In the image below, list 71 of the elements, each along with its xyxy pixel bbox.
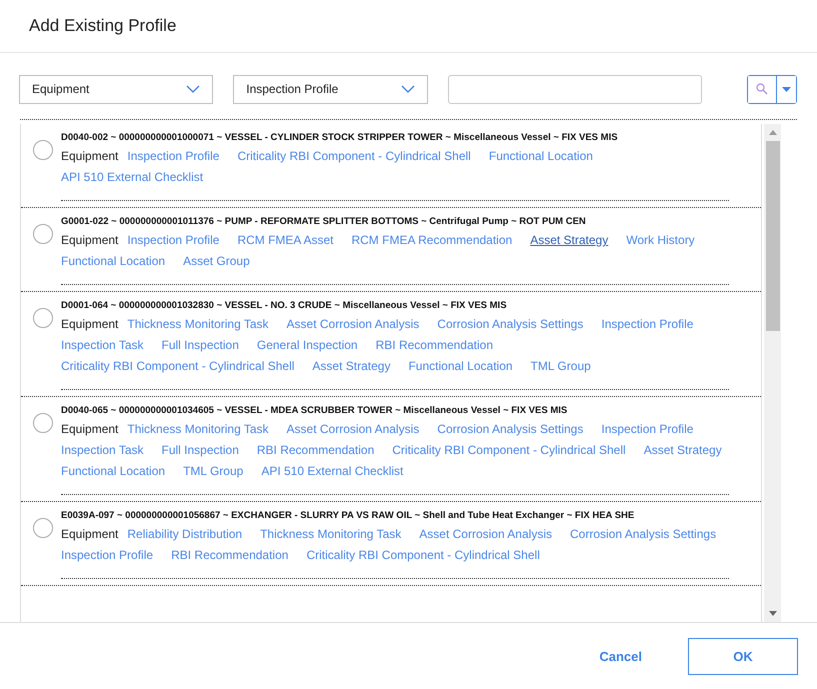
result-heading: G0001-022 ~ 000000000001011376 ~ PUMP - REFORMATE SPLITTER BOTTOMS ~ Centrifugal Pump ~ ROT PUM CEN [61, 216, 587, 227]
profile-link[interactable]: Inspection Profile [601, 419, 694, 440]
profile-link[interactable]: Inspection Task [61, 440, 144, 461]
search-field[interactable] [448, 74, 702, 104]
scrollbar[interactable] [764, 124, 781, 622]
profile-link[interactable]: Inspection Profile [601, 314, 694, 335]
profile-link[interactable]: RBI Recommendation [171, 545, 288, 566]
family-label: Equipment [61, 421, 118, 438]
profile-link[interactable]: Asset Strategy [644, 440, 722, 461]
profile-link[interactable]: Functional Location [61, 251, 166, 272]
family-label: Equipment [61, 232, 118, 249]
profile-link[interactable]: Criticality RBI Component - Cylindrical Shell [306, 545, 540, 566]
profile-link[interactable]: Work History [626, 230, 695, 251]
profile-link[interactable]: Inspection Profile [127, 146, 220, 167]
profile-link[interactable]: Thickness Monitoring Task [127, 314, 269, 335]
profile-link[interactable]: TML Group [530, 356, 591, 377]
radio-button[interactable] [33, 308, 53, 328]
profile-link[interactable]: API 510 External Checklist [61, 167, 204, 188]
profile-link[interactable]: Thickness Monitoring Task [127, 419, 269, 440]
profile-link[interactable]: RCM FMEA Recommendation [351, 230, 512, 251]
profile-link[interactable]: General Inspection [256, 335, 358, 356]
profile-link[interactable]: Asset Corrosion Analysis [286, 314, 420, 335]
profile-link[interactable]: Criticality RBI Component - Cylindrical Shell [392, 440, 626, 461]
family-dropdown[interactable]: Equipment [19, 74, 214, 104]
radio-button[interactable] [33, 413, 53, 433]
profile-link[interactable]: Inspection Profile [127, 230, 220, 251]
result-heading: D0040-002 ~ 000000000001000071 ~ VESSEL - CYLINDER STOCK STRIPPER TOWER ~ Miscellaneous Vessel ~ FIX VES MIS [61, 132, 619, 143]
search-options-button[interactable] [776, 76, 796, 102]
profile-link[interactable]: Full Inspection [162, 335, 239, 356]
profile-link[interactable]: Asset Corrosion Analysis [419, 524, 552, 545]
caret-down-icon [782, 86, 791, 92]
radio-button[interactable] [33, 224, 53, 244]
profile-link[interactable]: RBI Recommendation [376, 335, 493, 356]
family-label: Equipment [61, 148, 118, 165]
profile-link[interactable]: Criticality RBI Component - Cylindrical Shell [237, 146, 471, 167]
profile-link[interactable]: Criticality RBI Component - Cylindrical Shell [61, 356, 294, 377]
radio-button[interactable] [33, 140, 53, 160]
profile-link[interactable]: Corrosion Analysis Settings [437, 419, 584, 440]
profile-link[interactable]: Asset Group [183, 251, 250, 272]
profile-link[interactable]: API 510 External Checklist [261, 461, 404, 482]
family-label: Equipment [61, 526, 118, 543]
profile-dropdown[interactable]: Inspection Profile [233, 74, 428, 104]
profile-link[interactable]: Asset Strategy [530, 230, 608, 251]
chevron-down-icon [400, 85, 414, 93]
profile-link[interactable]: Functional Location [61, 461, 166, 482]
profile-link[interactable]: Inspection Profile [61, 545, 154, 566]
profile-link[interactable]: Reliability Distribution [127, 524, 242, 545]
dialog-title: Add Existing Profile [29, 16, 176, 36]
radio-button[interactable] [33, 518, 53, 538]
profile-link[interactable]: TML Group [183, 461, 244, 482]
family-label: Equipment [61, 316, 118, 333]
search-icon [756, 83, 768, 95]
ok-button[interactable]: OK [688, 638, 798, 674]
result-heading: D0001-064 ~ 000000000001032830 ~ VESSEL - NO. 3 CRUDE ~ Miscellaneous Vessel ~ FIX VES MIS [61, 300, 508, 311]
profile-link[interactable]: Corrosion Analysis Settings [570, 524, 716, 545]
profile-link[interactable]: Full Inspection [162, 440, 239, 461]
profile-link[interactable]: Asset Corrosion Analysis [286, 419, 420, 440]
profile-link[interactable]: Corrosion Analysis Settings [437, 314, 584, 335]
profile-link[interactable]: Inspection Task [61, 335, 144, 356]
chevron-down-icon [186, 85, 200, 93]
profile-link[interactable]: RBI Recommendation [256, 440, 374, 461]
scroll-down-icon [768, 611, 776, 616]
scroll-up-icon [768, 130, 776, 135]
profile-link[interactable]: Functional Location [408, 356, 513, 377]
profile-link[interactable]: Asset Strategy [312, 356, 390, 377]
cancel-button[interactable]: Cancel [575, 640, 666, 672]
profile-link[interactable]: RCM FMEA Asset [237, 230, 334, 251]
result-heading: D0040-065 ~ 000000000001034605 ~ VESSEL - MDEA SCRUBBER TOWER ~ Miscellaneous Vessel ~ FIX VES MIS [61, 405, 568, 416]
profile-link[interactable]: Thickness Monitoring Task [260, 524, 402, 545]
result-heading: E0039A-097 ~ 000000000001056867 ~ EXCHANGER - SLURRY PA VS RAW OIL ~ Shell and Tube Heat Exchanger ~ FIX HEA SHE [61, 510, 636, 521]
profile-link[interactable]: Functional Location [488, 146, 593, 167]
